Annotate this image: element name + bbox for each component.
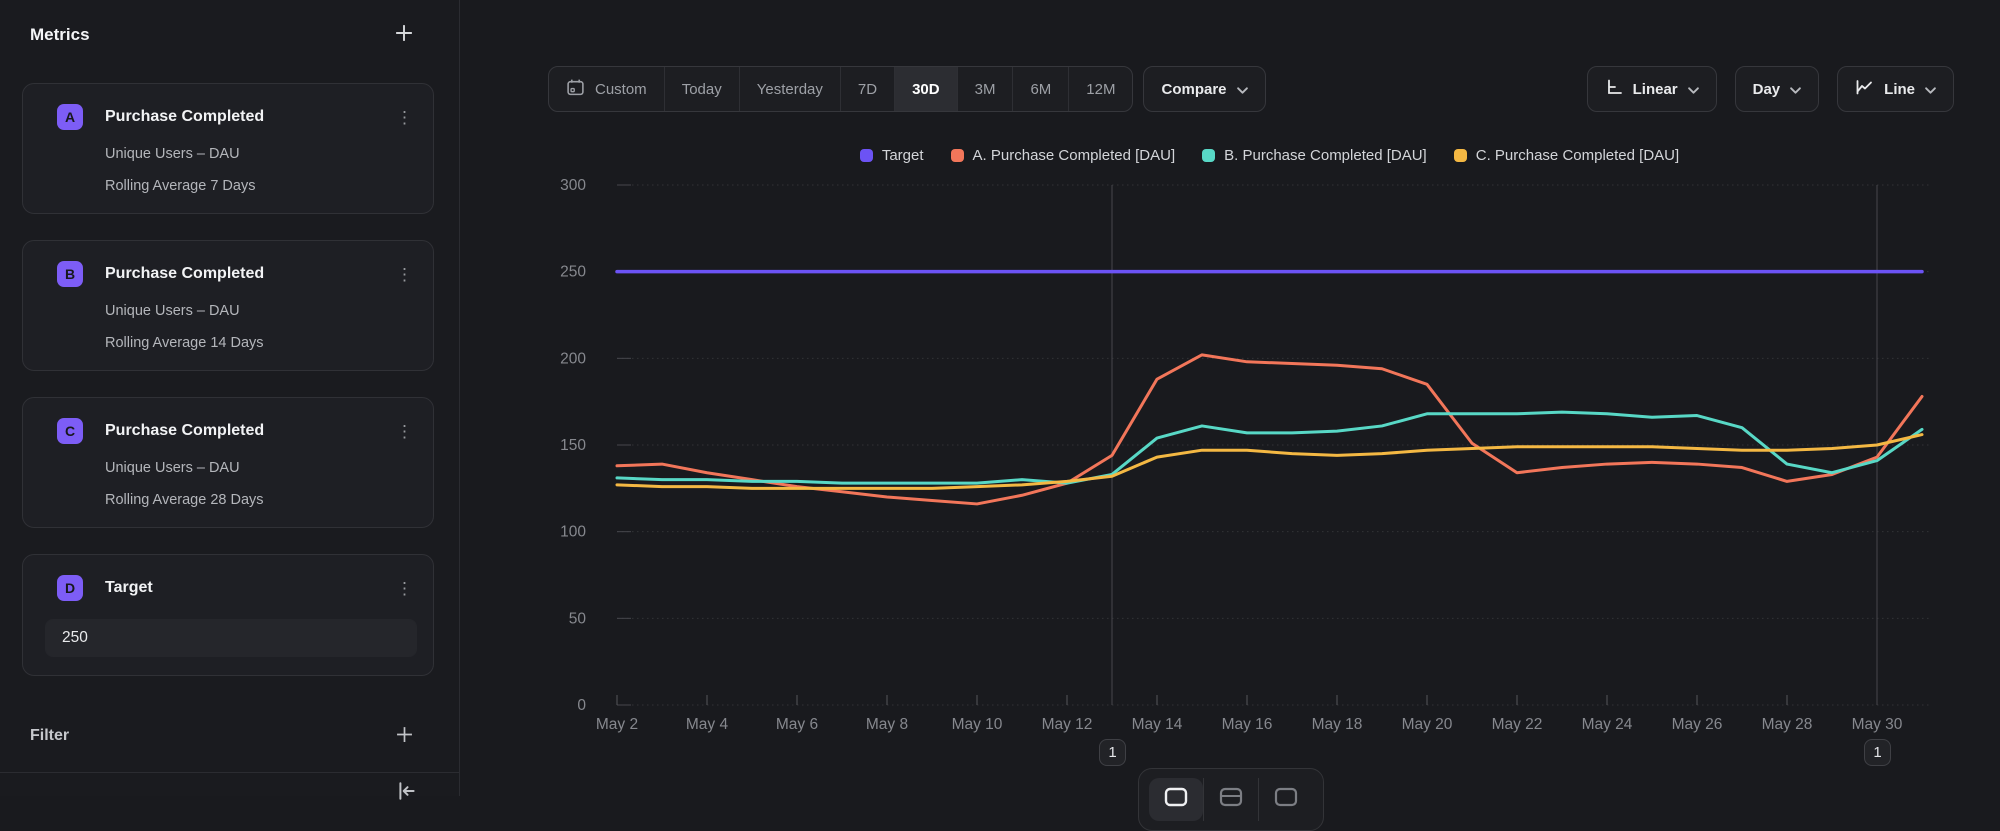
metric-rolling-average[interactable]: Rolling Average 7 Days [105, 178, 413, 194]
svg-text:May 6: May 6 [776, 716, 818, 733]
collapse-left-icon [396, 780, 418, 805]
plus-icon [395, 24, 413, 45]
metric-rolling-average[interactable]: Rolling Average 28 Days [105, 492, 413, 508]
sidebar-divider [0, 772, 460, 773]
svg-text:200: 200 [560, 350, 586, 367]
kebab-menu-icon[interactable]: ⋮ [396, 109, 413, 126]
target-card[interactable]: D Target ⋮ [22, 554, 434, 676]
view-toggle [1138, 768, 1324, 831]
metric-badge: D [57, 575, 83, 601]
metric-title: Purchase Completed [105, 422, 396, 440]
svg-text:May 22: May 22 [1492, 716, 1543, 733]
series-c [617, 435, 1922, 489]
metric-measure[interactable]: Unique Users – DAU [105, 146, 413, 162]
add-metric-button[interactable] [395, 24, 413, 45]
table-view-toggle[interactable] [1203, 778, 1258, 821]
svg-text:May 30: May 30 [1852, 716, 1903, 733]
chart-canvas[interactable]: 0 50 100 150 200 250 300 May 2 May 4 May 6 May 8 Ma… [461, 0, 2000, 796]
metric-rolling-average[interactable]: Rolling Average 14 Days [105, 335, 413, 351]
collapse-sidebar-button[interactable] [396, 780, 418, 805]
chart-view-toggle[interactable] [1149, 778, 1203, 821]
annotation-marker[interactable]: 1 [1864, 739, 1891, 766]
svg-text:May 12: May 12 [1042, 716, 1093, 733]
annotation-marker[interactable]: 1 [1099, 739, 1126, 766]
kebab-menu-icon[interactable]: ⋮ [396, 423, 413, 440]
split-view-toggle[interactable] [1258, 778, 1313, 821]
kebab-menu-icon[interactable]: ⋮ [396, 580, 413, 597]
svg-text:300: 300 [560, 177, 586, 194]
svg-text:150: 150 [560, 437, 586, 454]
metric-measure[interactable]: Unique Users – DAU [105, 303, 413, 319]
metric-title: Purchase Completed [105, 265, 396, 283]
svg-text:May 8: May 8 [866, 716, 908, 733]
table-view-icon [1219, 787, 1243, 812]
filter-title: Filter [30, 727, 69, 745]
svg-text:May 26: May 26 [1672, 716, 1723, 733]
metric-card-c[interactable]: C Purchase Completed ⋮ Unique Users – DA… [22, 397, 434, 528]
series-b [617, 412, 1922, 483]
target-value-input[interactable] [45, 619, 417, 657]
chart-view-icon [1164, 787, 1188, 812]
metric-badge: B [57, 261, 83, 287]
svg-text:0: 0 [577, 697, 586, 714]
svg-text:May 18: May 18 [1312, 716, 1363, 733]
svg-text:100: 100 [560, 524, 586, 541]
svg-text:50: 50 [569, 610, 587, 627]
metric-card-a[interactable]: A Purchase Completed ⋮ Unique Users – DA… [22, 83, 434, 214]
svg-text:May 16: May 16 [1222, 716, 1273, 733]
metrics-sidebar: Metrics A Purchase Completed ⋮ Unique Us… [0, 0, 460, 796]
metric-badge: C [57, 418, 83, 444]
target-title: Target [105, 579, 396, 597]
filter-section: Filter [30, 726, 413, 746]
plus-icon [396, 726, 413, 746]
svg-text:May 24: May 24 [1582, 716, 1633, 733]
svg-text:May 28: May 28 [1762, 716, 1813, 733]
metric-measure[interactable]: Unique Users – DAU [105, 460, 413, 476]
chart-panel: Custom Today Yesterday 7D 30D 3M 6M 12M … [461, 0, 2000, 796]
metrics-title: Metrics [30, 25, 90, 45]
svg-text:May 14: May 14 [1132, 716, 1183, 733]
kebab-menu-icon[interactable]: ⋮ [396, 266, 413, 283]
svg-text:250: 250 [560, 264, 586, 281]
metric-card-b[interactable]: B Purchase Completed ⋮ Unique Users – DA… [22, 240, 434, 371]
svg-text:May 2: May 2 [596, 716, 638, 733]
split-view-icon [1274, 787, 1298, 812]
metric-title: Purchase Completed [105, 108, 396, 126]
metrics-header: Metrics [30, 24, 413, 45]
svg-text:May 4: May 4 [686, 716, 729, 733]
svg-text:May 20: May 20 [1402, 716, 1453, 733]
svg-text:May 10: May 10 [952, 716, 1003, 733]
metric-badge: A [57, 104, 83, 130]
add-filter-button[interactable] [396, 726, 413, 746]
